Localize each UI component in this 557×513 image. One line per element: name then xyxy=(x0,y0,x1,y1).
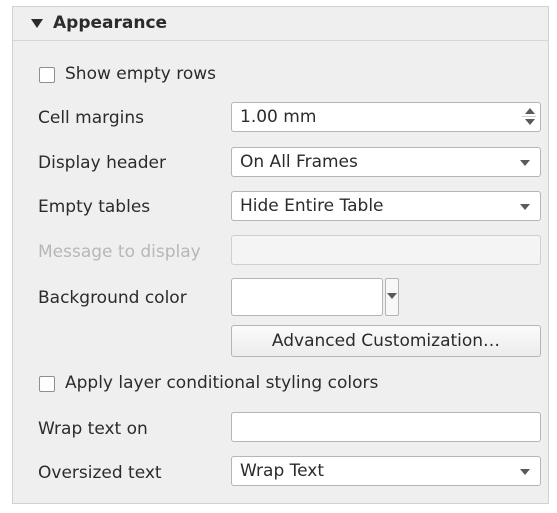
empty-tables-select[interactable]: Hide Entire Table xyxy=(231,191,541,221)
empty-tables-value: Hide Entire Table xyxy=(240,196,384,216)
chevron-down-icon xyxy=(520,469,530,475)
show-empty-rows-label: Show empty rows xyxy=(65,64,216,84)
chevron-down-icon xyxy=(387,293,397,299)
cell-margins-label: Cell margins xyxy=(38,108,144,128)
oversized-text-select[interactable]: Wrap Text xyxy=(231,456,541,486)
chevron-down-icon xyxy=(520,204,530,210)
background-color-label: Background color xyxy=(38,288,187,308)
empty-tables-label: Empty tables xyxy=(38,197,151,217)
advanced-customization-button[interactable]: Advanced Customization… xyxy=(231,325,541,357)
cell-margins-spinbox[interactable]: 1.00 mm xyxy=(231,102,541,132)
group-title: Appearance xyxy=(53,13,168,33)
group-header[interactable]: Appearance xyxy=(13,7,548,41)
oversized-text-value: Wrap Text xyxy=(240,461,325,481)
display-header-label: Display header xyxy=(38,153,166,173)
apply-conditional-styling-label: Apply layer conditional styling colors xyxy=(65,373,379,393)
background-color-menu-button[interactable] xyxy=(385,278,399,316)
collapse-caret-icon[interactable] xyxy=(31,19,43,28)
spinbox-arrows-icon[interactable] xyxy=(522,107,536,127)
message-to-display-input xyxy=(231,235,541,265)
wrap-text-on-label: Wrap text on xyxy=(38,419,148,439)
display-header-value: On All Frames xyxy=(240,152,358,172)
show-empty-rows-checkbox[interactable] xyxy=(39,67,55,83)
oversized-text-label: Oversized text xyxy=(38,463,162,483)
display-header-select[interactable]: On All Frames xyxy=(231,147,541,177)
chevron-down-icon xyxy=(520,160,530,166)
message-to-display-label: Message to display xyxy=(38,242,201,262)
wrap-text-on-input[interactable] xyxy=(231,412,541,442)
appearance-group: Appearance Show empty rows Cell margins … xyxy=(12,6,549,504)
background-color-button[interactable] xyxy=(231,278,383,316)
cell-margins-value: 1.00 mm xyxy=(240,107,317,127)
apply-conditional-styling-checkbox[interactable] xyxy=(39,376,55,392)
